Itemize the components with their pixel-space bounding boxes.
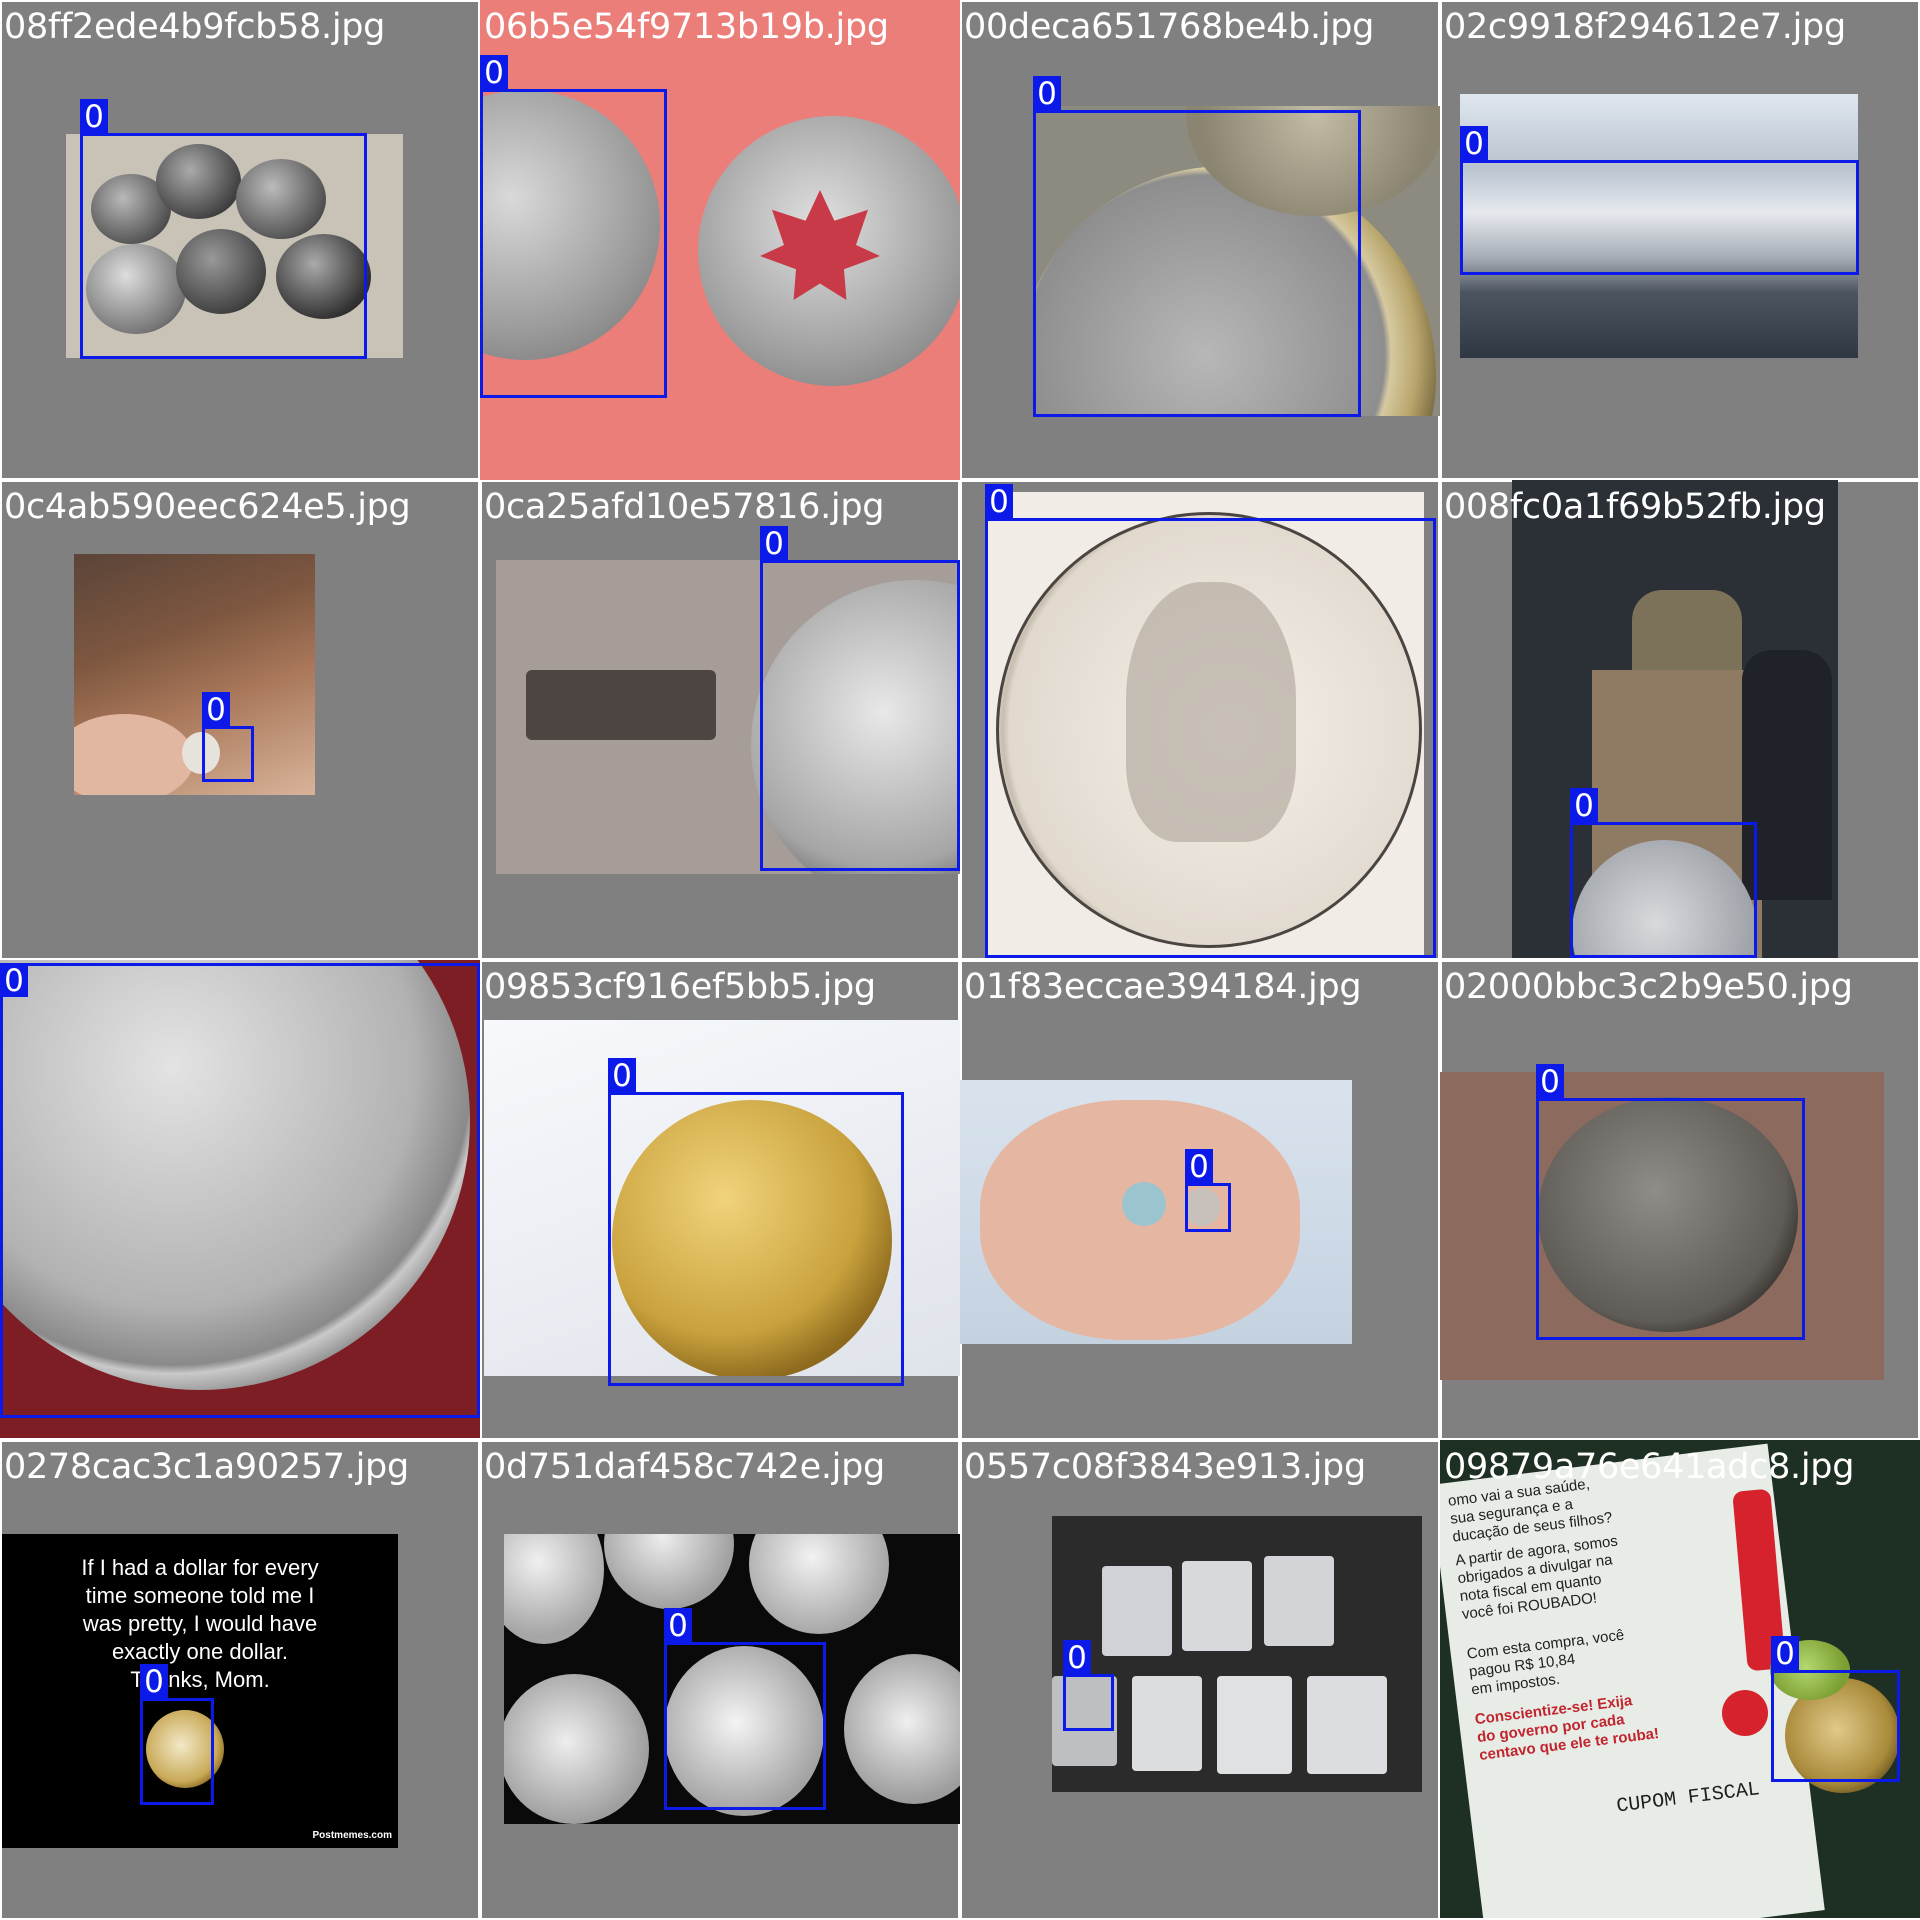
- filename-label: 008fc0a1f69b52fb.jpg: [1444, 487, 1826, 527]
- detection-box[interactable]: 0: [1033, 76, 1361, 417]
- exclamation-dot-shape: [1722, 1690, 1768, 1736]
- filename-label: 0557c08f3843e913.jpg: [964, 1447, 1366, 1487]
- slab-shape: [1182, 1561, 1252, 1651]
- receipt-footer: CUPOM FISCAL: [1615, 1778, 1762, 1819]
- slab-shape: [1132, 1676, 1202, 1771]
- class-label: 0: [80, 99, 108, 135]
- banknote-text-shape: [526, 670, 716, 740]
- detection-mosaic: 08ff2ede4b9fcb58.jpg 0 06b5e54f9713b19b.…: [0, 0, 1920, 1920]
- slab-shape: [1264, 1556, 1334, 1646]
- detection-box[interactable]: 0: [760, 526, 960, 871]
- filename-label: 02c9918f294612e7.jpg: [1444, 7, 1846, 47]
- detection-box[interactable]: 0: [1570, 788, 1757, 958]
- detection-box[interactable]: 0: [202, 692, 254, 782]
- tile-1[interactable]: 06b5e54f9713b19b.jpg 0: [480, 0, 960, 480]
- class-label: 0: [1460, 126, 1488, 162]
- tile-8[interactable]: 0: [0, 960, 480, 1440]
- class-label: 0: [1033, 76, 1061, 112]
- filename-label: 0ca25afd10e57816.jpg: [484, 487, 885, 527]
- photo-hand-with-coin: [74, 554, 315, 795]
- detection-box[interactable]: 0: [664, 1608, 826, 1810]
- class-label: 0: [608, 1058, 636, 1094]
- class-label: 0: [140, 1664, 168, 1700]
- class-label: 0: [202, 692, 230, 728]
- filename-label: 09879a76e641adc8.jpg: [1444, 1447, 1855, 1487]
- class-label: 0: [760, 526, 788, 562]
- slab-shape: [1307, 1676, 1387, 1774]
- detection-box[interactable]: 0: [608, 1058, 904, 1386]
- photo-palm-charm: [960, 1080, 1352, 1344]
- filename-label: 00deca651768be4b.jpg: [964, 7, 1375, 47]
- class-label: 0: [1570, 788, 1598, 824]
- detection-box[interactable]: 0: [0, 963, 480, 1418]
- detection-box[interactable]: 0: [480, 55, 667, 398]
- class-label: 0: [0, 963, 28, 999]
- coin-shape: [749, 1534, 889, 1634]
- filename-label: 08ff2ede4b9fcb58.jpg: [4, 7, 386, 47]
- tile-15[interactable]: omo vai a sua saúde, sua segurança e a d…: [1440, 1440, 1920, 1920]
- filename-label: 0c4ab590eec624e5.jpg: [4, 487, 411, 527]
- class-label: 0: [1536, 1064, 1564, 1100]
- class-label: 0: [985, 484, 1013, 520]
- filename-label: 06b5e54f9713b19b.jpg: [484, 7, 889, 47]
- detection-box[interactable]: 0: [1460, 126, 1859, 275]
- detection-box[interactable]: 0: [1771, 1636, 1900, 1782]
- photo-slabbed-coins: [1052, 1516, 1422, 1792]
- detection-box[interactable]: 0: [140, 1664, 214, 1805]
- tile-11[interactable]: 02000bbc3c2b9e50.jpg 0: [1440, 960, 1920, 1440]
- filename-label: 0d751daf458c742e.jpg: [484, 1447, 885, 1487]
- tile-12[interactable]: If I had a dollar for every time someone…: [0, 1440, 480, 1920]
- tile-7[interactable]: 008fc0a1f69b52fb.jpg 0: [1440, 480, 1920, 960]
- slab-shape: [1217, 1676, 1292, 1774]
- tile-0[interactable]: 08ff2ede4b9fcb58.jpg 0: [0, 0, 480, 480]
- tile-9[interactable]: 09853cf916ef5bb5.jpg 0: [480, 960, 960, 1440]
- coin-shape: [844, 1654, 960, 1804]
- detection-box[interactable]: 0: [1063, 1640, 1114, 1731]
- coin-shape: [504, 1534, 604, 1644]
- tile-2[interactable]: 00deca651768be4b.jpg 0: [960, 0, 1440, 480]
- class-label: 0: [1185, 1149, 1213, 1185]
- tile-4[interactable]: 0c4ab590eec624e5.jpg 0: [0, 480, 480, 960]
- filename-label: 01f83eccae394184.jpg: [964, 967, 1362, 1007]
- class-label: 0: [664, 1608, 692, 1644]
- coin-shape: [604, 1534, 734, 1609]
- tile-3[interactable]: 02c9918f294612e7.jpg 0: [1440, 0, 1920, 480]
- tile-6[interactable]: 0: [960, 480, 1440, 960]
- tile-10[interactable]: 01f83eccae394184.jpg 0: [960, 960, 1440, 1440]
- coin-shape: [504, 1674, 649, 1824]
- charm-shape: [1122, 1182, 1166, 1226]
- tile-13[interactable]: 0d751daf458c742e.jpg 0: [480, 1440, 960, 1920]
- class-label: 0: [1063, 1640, 1091, 1676]
- detection-box[interactable]: 0: [1536, 1064, 1805, 1340]
- filename-label: 0278cac3c1a90257.jpg: [4, 1447, 409, 1487]
- class-label: 0: [1771, 1636, 1799, 1672]
- detection-box[interactable]: 0: [1185, 1149, 1231, 1232]
- filename-label: 02000bbc3c2b9e50.jpg: [1444, 967, 1853, 1007]
- tile-5[interactable]: 0ca25afd10e57816.jpg 0: [480, 480, 960, 960]
- filename-label: 09853cf916ef5bb5.jpg: [484, 967, 876, 1007]
- meme-text: If I had a dollar for every time someone…: [81, 1555, 319, 1692]
- detection-box[interactable]: 0: [80, 99, 367, 359]
- hand-shape: [74, 714, 194, 795]
- credit-text: Postmemes.com: [312, 1830, 392, 1841]
- slab-shape: [1102, 1566, 1172, 1656]
- detection-box[interactable]: 0: [985, 484, 1436, 958]
- class-label: 0: [480, 55, 508, 91]
- tile-14[interactable]: 0557c08f3843e913.jpg 0: [960, 1440, 1440, 1920]
